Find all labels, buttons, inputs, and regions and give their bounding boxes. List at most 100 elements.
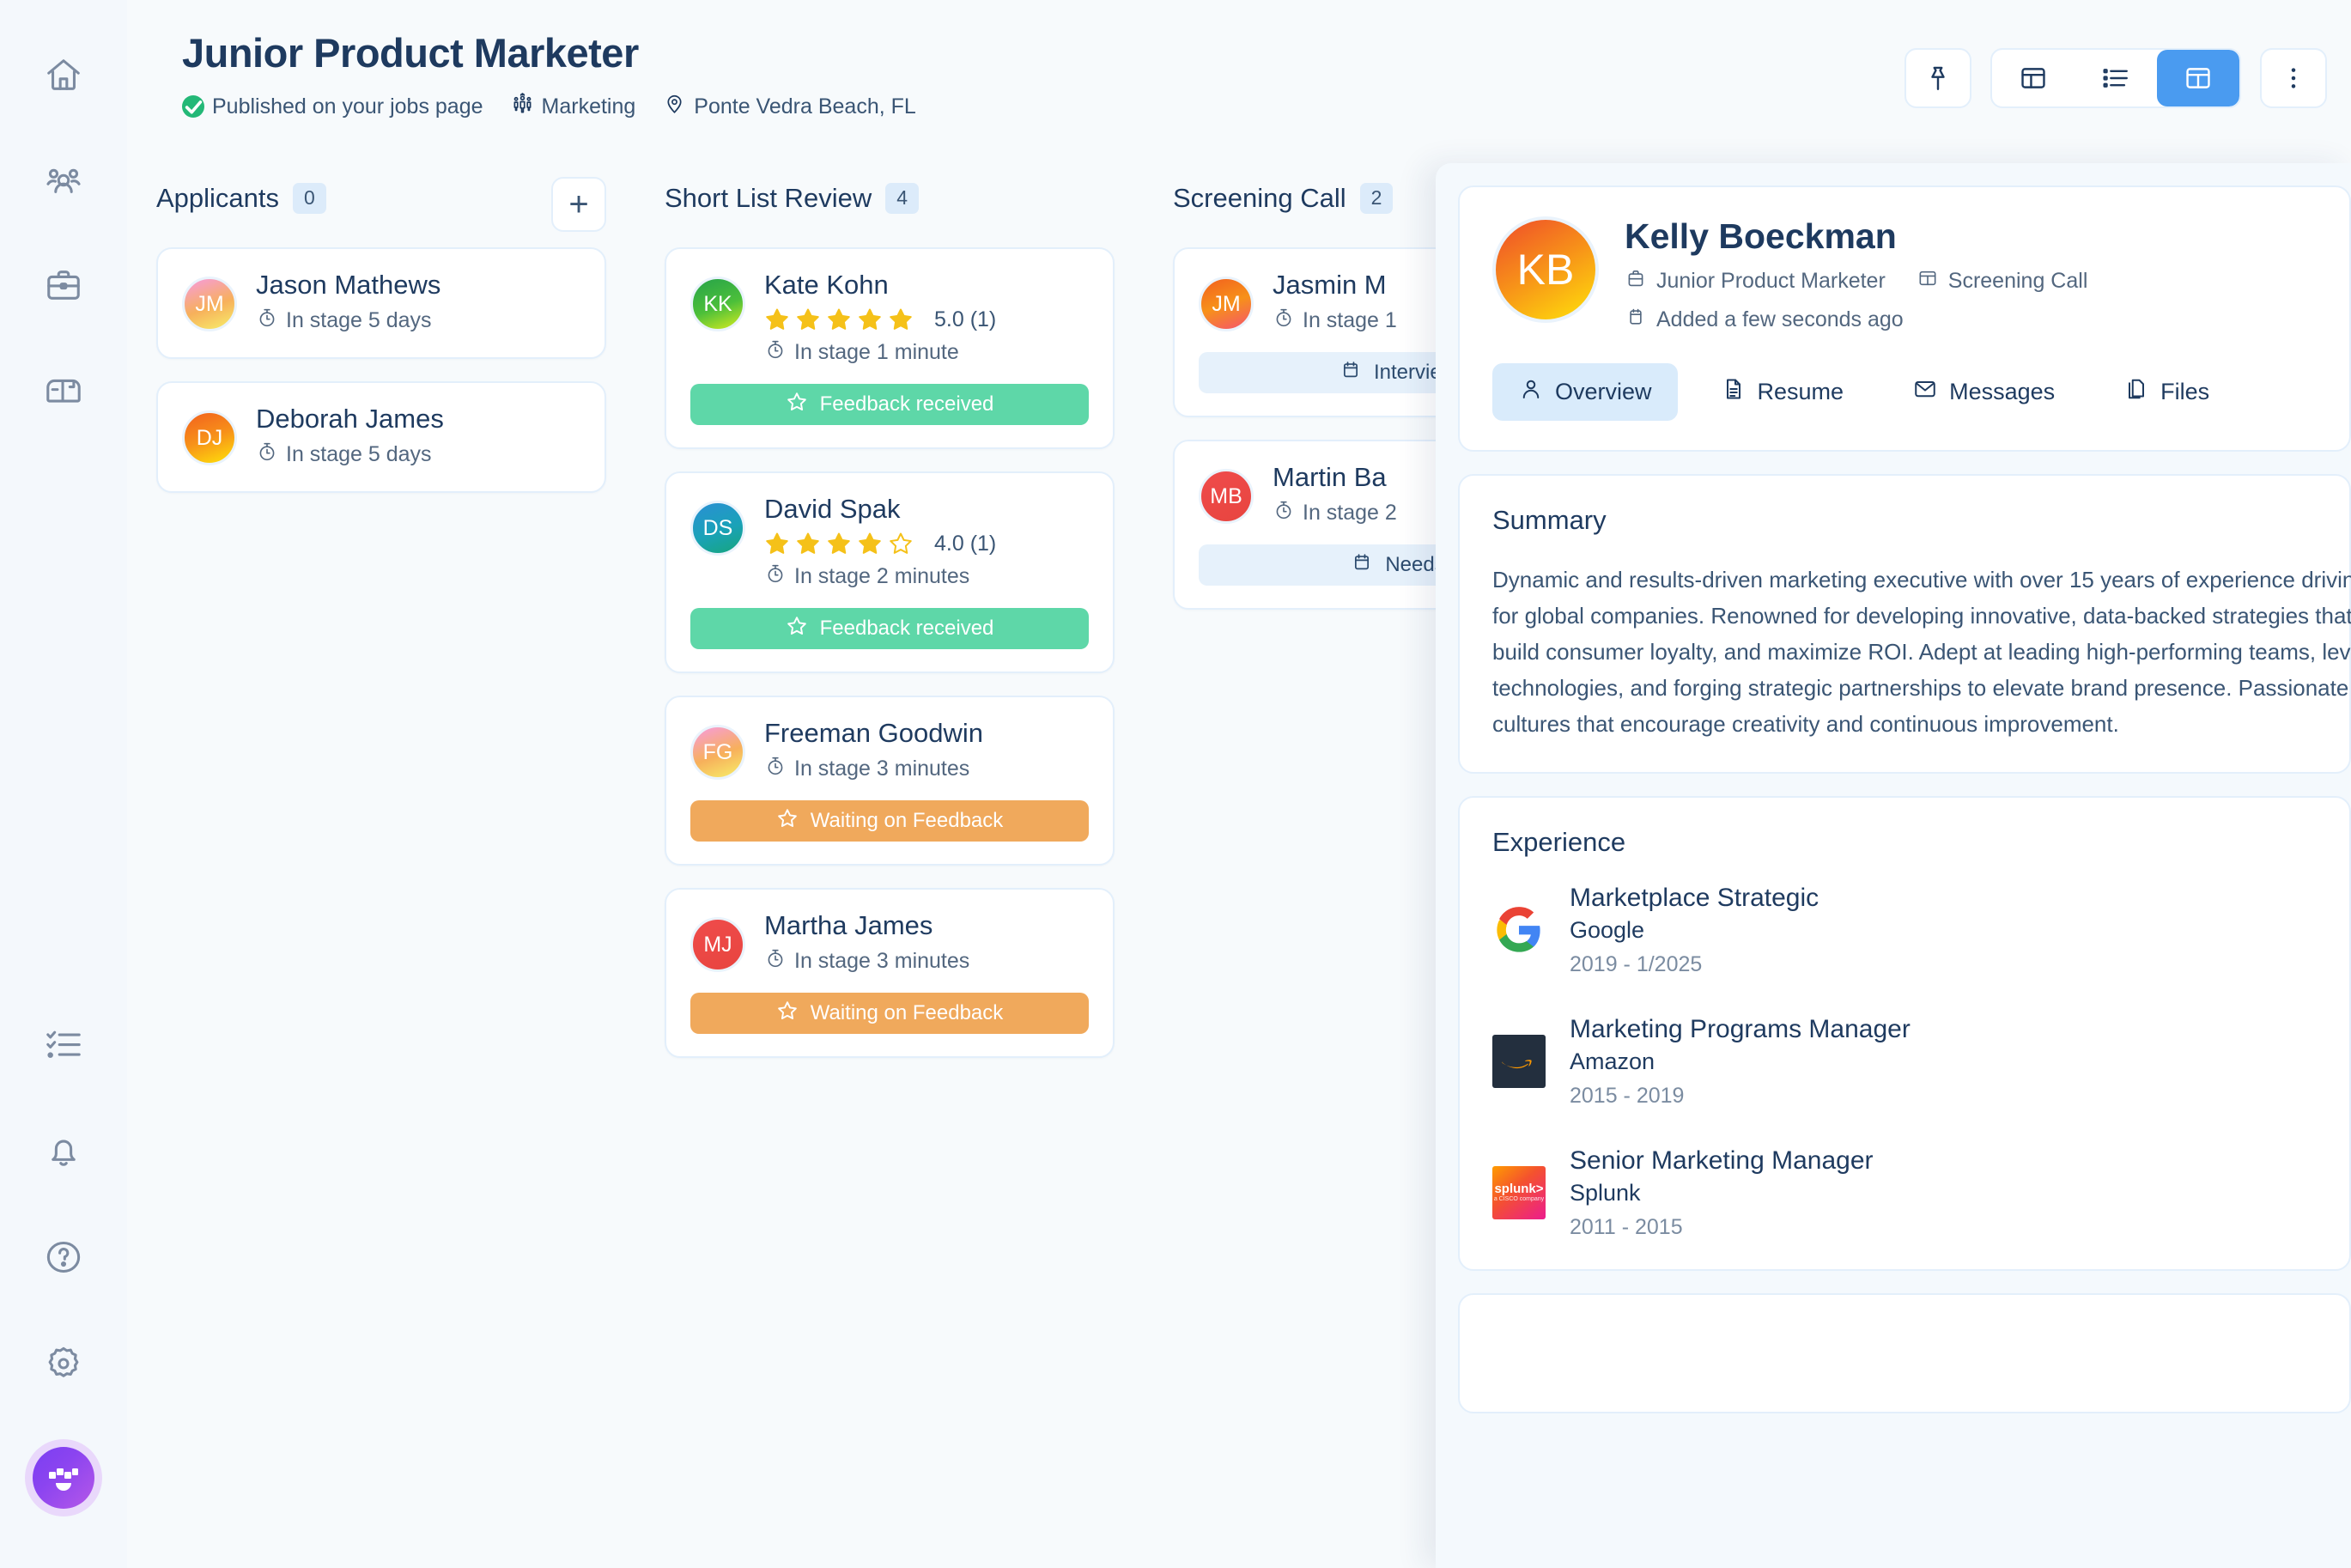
people-icon[interactable] — [33, 149, 94, 211]
view-split-button[interactable] — [2157, 50, 2239, 106]
candidate-card[interactable]: DS David Spak 4.0 (1) In stage 2 minutes Fee… — [665, 471, 1115, 673]
experience-dates: 2015 - 2019 — [1570, 1083, 1685, 1108]
timer-icon — [256, 307, 278, 335]
kanban-column-applicants: Applicants 0 + JM Jason Mathews In stage 5 da… — [127, 168, 635, 1568]
card-status-label: Feedback received — [819, 617, 994, 640]
question-circle-icon[interactable] — [33, 1226, 94, 1288]
department-label: Marketing — [541, 94, 636, 119]
card-status-pill[interactable]: Waiting on Feedback — [690, 800, 1089, 842]
candidate-card[interactable]: DJ Deborah James In stage 5 days — [156, 381, 606, 493]
card-status-pill[interactable]: Waiting on Feedback — [690, 993, 1089, 1034]
candidate-name: David Spak — [764, 494, 901, 524]
workstream-logo — [33, 1447, 94, 1509]
card-main: FG Freeman Goodwin In stage 3 minutes — [690, 718, 1089, 783]
candidate-stage: Screening Call — [1917, 267, 2087, 295]
person-icon — [1518, 376, 1544, 408]
avatar: DJ — [182, 410, 237, 465]
experience-text: Marketing Programs Manager Amazon 2015 -… — [1570, 1015, 1911, 1109]
top-toolbar — [1904, 48, 2327, 108]
splunk-subtext: a CISCO company — [1493, 1196, 1545, 1203]
tab-files[interactable]: Files — [2098, 363, 2235, 421]
department-meta: Marketing — [511, 92, 636, 121]
experience-company: Splunk — [1570, 1179, 1641, 1206]
account-avatar[interactable] — [25, 1439, 102, 1516]
card-stage-row: In stage 3 minutes — [764, 755, 1089, 783]
splunk-logo-icon: splunk> a CISCO company — [1492, 1166, 1546, 1220]
column-title: Applicants — [156, 183, 280, 213]
card-stage-label: In stage 3 minutes — [794, 949, 970, 973]
experience-text: Senior Marketing Manager Splunk 2011 - 2… — [1570, 1146, 1874, 1240]
gear-icon[interactable] — [33, 1333, 94, 1395]
more-options-button[interactable] — [2260, 48, 2327, 108]
card-status-label: Feedback received — [819, 392, 994, 416]
card-body: Kate Kohn 5.0 (1) In stage 1 minute — [764, 270, 1089, 367]
card-stage-row: In stage 5 days — [256, 307, 580, 335]
sidebar-bottom-group — [25, 1013, 102, 1516]
column-title: Screening Call — [1173, 183, 1346, 213]
star-outline-icon — [786, 391, 808, 419]
star-outline-icon — [786, 615, 808, 643]
candidate-card[interactable]: KK Kate Kohn 5.0 (1) In stage 1 minute Feedb… — [665, 247, 1115, 449]
calendar-icon — [1351, 551, 1373, 580]
add-applicant-button[interactable]: + — [551, 177, 606, 232]
column-count-badge: 0 — [293, 183, 326, 214]
tab-overview[interactable]: Overview — [1492, 363, 1678, 421]
candidate-meta-row-1: Junior Product Marketer Screening Call — [1625, 267, 2087, 295]
card-status-label: Waiting on Feedback — [810, 809, 1004, 832]
card-body: David Spak 4.0 (1) In stage 2 minutes — [764, 494, 1089, 591]
card-stage-label: In stage 1 minute — [794, 340, 959, 364]
timer-icon — [764, 947, 787, 975]
candidate-meta-row-2: Added a few seconds ago — [1625, 306, 2087, 334]
splunk-wordmark: splunk> — [1494, 1181, 1544, 1196]
pin-button[interactable] — [1904, 48, 1971, 108]
card-body: Deborah James In stage 5 days — [256, 404, 580, 469]
view-panel-button[interactable] — [1992, 50, 2075, 106]
candidate-name: Kelly Boeckman — [1625, 216, 1897, 256]
candidate-card[interactable]: JM Jason Mathews In stage 5 days — [156, 247, 606, 359]
candidate-card[interactable]: FG Freeman Goodwin In stage 3 minutes Waiti… — [665, 696, 1115, 866]
timer-icon — [764, 562, 787, 591]
view-list-button[interactable] — [2075, 50, 2157, 106]
sidebar-top-group — [33, 45, 94, 421]
added-label: Added a few seconds ago — [1656, 307, 1904, 331]
check-circle-icon — [182, 95, 204, 118]
candidate-card[interactable]: MJ Martha James In stage 3 minutes Waiting … — [665, 888, 1115, 1058]
published-label: Published on your jobs page — [212, 94, 483, 119]
bell-icon[interactable] — [33, 1120, 94, 1182]
card-stage-label: In stage 2 minutes — [794, 564, 970, 588]
summary-card: Summary Dynamic and results-driven marke… — [1458, 474, 2351, 774]
experience-item: Marketing Programs Manager Amazon 2015 -… — [1492, 1015, 2317, 1109]
mailbox-icon[interactable] — [33, 359, 94, 421]
envelope-icon — [1912, 376, 1938, 408]
checklist-icon[interactable] — [33, 1013, 94, 1075]
tab-files-label: Files — [2160, 379, 2210, 404]
card-status-pill[interactable]: Feedback received — [690, 608, 1089, 649]
experience-text: Marketplace Strategic Google 2019 - 1/20… — [1570, 884, 1819, 977]
candidate-header-card: KB Kelly Boeckman Junior Product Markete… — [1458, 185, 2351, 452]
rating-value: 4.0 (1) — [934, 531, 997, 556]
candidate-job-title: Junior Product Marketer — [1625, 267, 1886, 295]
card-stage-label: In stage 3 minutes — [794, 757, 970, 781]
card-stage-row: In stage 5 days — [256, 441, 580, 469]
star-outline-icon — [776, 807, 799, 836]
card-body: Martha James In stage 3 minutes — [764, 910, 1089, 975]
view-mode-group — [1990, 48, 2241, 108]
tab-resume[interactable]: Resume — [1695, 363, 1870, 421]
column-cards: JM Jason Mathews In stage 5 days DJ Deborah … — [156, 247, 606, 493]
experience-card: Experience Marketplace Strategic Google … — [1458, 795, 2351, 1271]
rating-value: 5.0 (1) — [934, 307, 997, 331]
left-sidebar — [0, 0, 127, 1568]
briefcase-icon[interactable] — [33, 254, 94, 316]
job-title-label: Junior Product Marketer — [1656, 269, 1886, 293]
tab-messages[interactable]: Messages — [1886, 363, 2081, 421]
card-stage-label: In stage 1 — [1303, 308, 1397, 332]
column-header: Short List Review 4 — [665, 168, 1115, 228]
files-icon — [2123, 376, 2149, 408]
candidate-name: Martha James — [764, 910, 933, 940]
card-main: DS David Spak 4.0 (1) In stage 2 minutes — [690, 494, 1089, 591]
tab-messages-label: Messages — [1949, 379, 2056, 404]
column-cards: KK Kate Kohn 5.0 (1) In stage 1 minute Feedb… — [665, 247, 1115, 1058]
card-status-pill[interactable]: Feedback received — [690, 384, 1089, 425]
kanban-column-short-list-review: Short List Review 4 KK Kate Kohn 5.0 (1) In s… — [635, 168, 1144, 1568]
home-icon[interactable] — [33, 45, 94, 106]
